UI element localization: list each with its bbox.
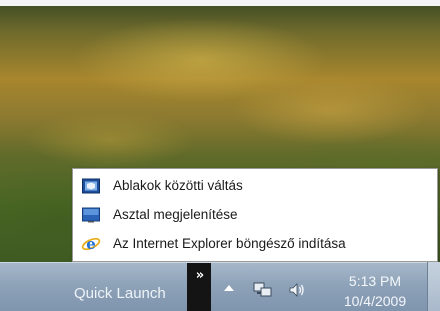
clock-date: 10/4/2009 [343, 293, 407, 309]
quick-launch-chevron-button[interactable]: » [187, 263, 211, 311]
top-edge [0, 0, 440, 6]
internet-explorer-icon: e [81, 235, 101, 253]
system-clock[interactable]: 5:13 PM 10/4/2009 [330, 271, 420, 311]
menu-item-launch-internet-explorer[interactable]: e Az Internet Explorer böngésző indítása [73, 230, 437, 257]
network-icon[interactable] [253, 281, 273, 304]
quick-launch-popup-menu: Ablakok közötti váltás Asztal megjelenít… [72, 168, 438, 262]
volume-icon[interactable] [288, 281, 306, 304]
show-desktop-corner-button[interactable] [427, 262, 440, 311]
clock-time: 5:13 PM [348, 273, 402, 289]
show-hidden-icons-arrow[interactable] [224, 285, 234, 291]
switch-windows-icon [81, 177, 101, 195]
menu-item-show-desktop[interactable]: Asztal megjelenítése [73, 201, 437, 228]
quick-launch-label: Quick Launch [74, 285, 166, 302]
menu-item-label: Az Internet Explorer böngésző indítása [113, 236, 346, 251]
show-desktop-icon [81, 206, 101, 224]
menu-item-switch-windows[interactable]: Ablakok közötti váltás [73, 172, 437, 199]
svg-text:e: e [86, 235, 96, 253]
taskbar: Quick Launch » 5:13 PM 10/4/2009 [0, 262, 440, 311]
chevron-double-right-icon: » [195, 268, 205, 283]
menu-item-label: Asztal megjelenítése [113, 207, 238, 222]
menu-item-label: Ablakok közötti váltás [113, 178, 243, 193]
